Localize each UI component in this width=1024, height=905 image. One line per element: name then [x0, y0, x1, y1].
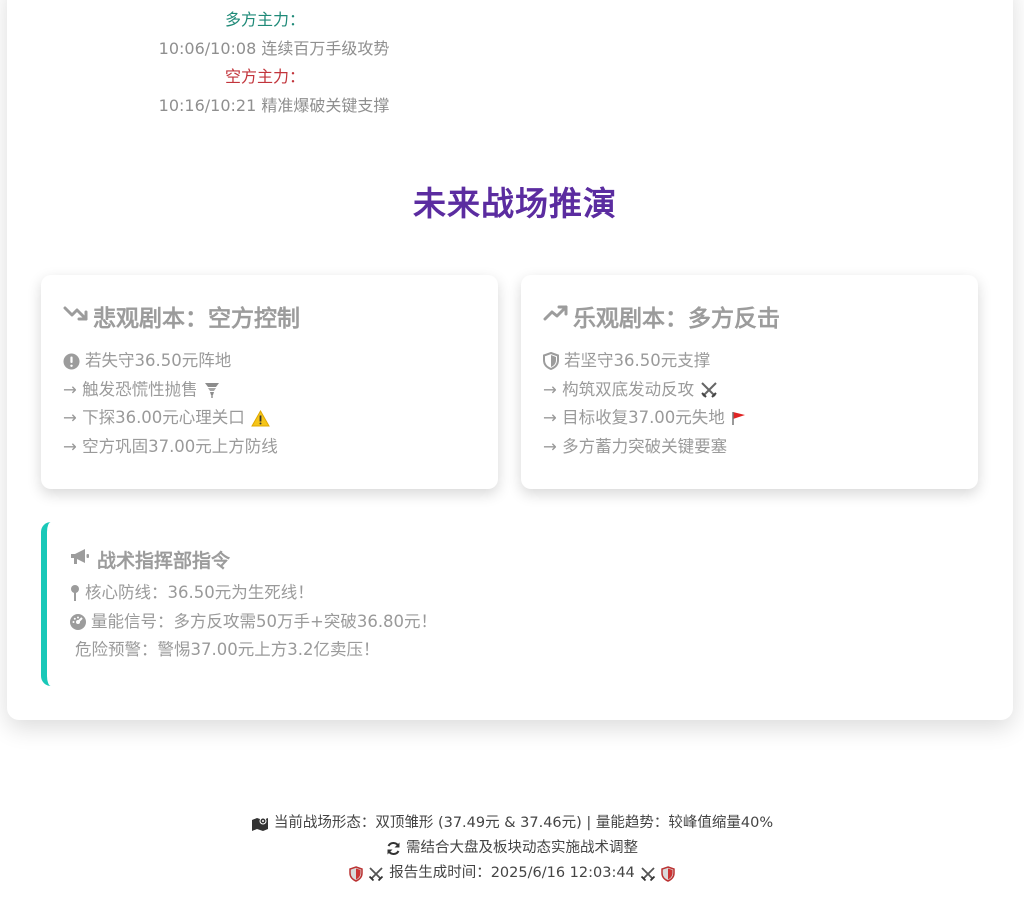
scenario-line-text: 若坚守36.50元支撑: [564, 351, 711, 370]
command-title: 战术指挥部指令: [69, 546, 601, 573]
section-title: 未来战场推演: [413, 184, 617, 223]
scenario-line: 若坚守36.50元支撑: [543, 347, 958, 376]
crossed-swords-icon: [640, 866, 656, 882]
scenario-title-bearish: 悲观剧本：空方控制: [63, 299, 478, 333]
scenario-line: 若失守36.50元阵地: [63, 347, 478, 376]
crossed-swords-icon: [368, 866, 384, 882]
megaphone-icon: [69, 548, 97, 571]
footer-line: 报告生成时间：2025/6/16 12:03:44: [0, 861, 1024, 886]
scenario-line: → 触发恐慌性抛售: [63, 376, 478, 405]
pin-icon: [69, 584, 81, 602]
command-line-text: 量能信号：多方反攻需50万手+突破36.80元！: [91, 611, 438, 631]
scenario-title-text: 悲观剧本：空方控制: [93, 306, 300, 332]
warning-icon: [250, 409, 270, 427]
footer-adjust-note: 需结合大盘及板块动态实施战术调整: [406, 840, 638, 856]
command-line-text: 核心防线：36.50元为生死线！: [85, 583, 314, 602]
timeline-summary: 多方主力： 10:06/10:08 连续百万手级攻势 空方主力： 10:16/1…: [0, 6, 540, 120]
gauge-icon: [69, 613, 87, 631]
trend-down-icon: [63, 303, 93, 329]
scenario-line: → 下探36.00元心理关口: [63, 404, 478, 433]
scenario-card-bullish: 乐观剧本：多方反击 若坚守36.50元支撑 → 构筑双底发动反攻 → 目标收复3…: [521, 275, 978, 489]
scenario-line: → 目标收复37.00元失地: [543, 404, 958, 433]
command-line: 量能信号：多方反攻需50万手+突破36.80元！: [69, 608, 601, 637]
scenario-line: → 多方蓄力突破关键要塞: [543, 433, 958, 462]
crossed-swords-icon: [700, 381, 718, 399]
refresh-icon: [386, 841, 401, 856]
scenario-line-text: → 空方巩固37.00元上方防线: [63, 436, 278, 456]
map-icon: [251, 816, 269, 832]
command-line: 危险预警：警惕37.00元上方3.2亿卖压！: [69, 636, 601, 665]
footer-report-time: 报告生成时间：2025/6/16 12:03:44: [389, 865, 635, 881]
bull-text: 10:06/10:08 连续百万手级攻势: [158, 38, 390, 58]
tornado-icon: [204, 381, 220, 399]
scenario-line: → 构筑双底发动反攻: [543, 376, 958, 405]
footer-line: 当前战场形态：双顶雏形 (37.49元 & 37.46元) | 量能趋势：较峰值…: [0, 811, 1024, 836]
bear-label: 空方主力：: [224, 67, 305, 86]
scenario-line-text: → 多方蓄力突破关键要塞: [543, 436, 728, 456]
bull-label: 多方主力：: [224, 10, 305, 29]
command-line-text: 危险预警：警惕37.00元上方3.2亿卖压！: [75, 640, 380, 659]
exclamation-circle-icon: [63, 353, 80, 370]
scenario-title-text: 乐观剧本：多方反击: [573, 306, 780, 332]
report-footer: 当前战场形态：双顶雏形 (37.49元 & 37.46元) | 量能趋势：较峰值…: [0, 811, 1024, 886]
footer-line: 需结合大盘及板块动态实施战术调整: [0, 836, 1024, 861]
command-line: 核心防线：36.50元为生死线！: [69, 579, 601, 608]
scenario-card-bearish: 悲观剧本：空方控制 若失守36.50元阵地 → 触发恐慌性抛售 → 下探36.0…: [41, 275, 498, 489]
shield-icon: [543, 352, 559, 371]
tactical-command-box: 战术指挥部指令 核心防线：36.50元为生死线！ 量能信号：多方反攻需50万手+…: [41, 522, 601, 686]
bear-text: 10:16/10:21 精准爆破关键支撑: [158, 95, 390, 115]
scenario-line-text: 若失守36.50元阵地: [85, 351, 232, 370]
shield-icon: [349, 865, 363, 882]
red-flag-icon: [731, 410, 747, 426]
command-title-text: 战术指挥部指令: [97, 550, 231, 572]
scenario-line-text: → 下探36.00元心理关口: [63, 408, 245, 427]
shield-icon: [661, 865, 675, 882]
footer-battle-status: 当前战场形态：双顶雏形 (37.49元 & 37.46元) | 量能趋势：较峰值…: [273, 815, 774, 831]
scenario-line-text: → 触发恐慌性抛售: [63, 379, 198, 399]
scenario-line-text: → 构筑双底发动反攻: [543, 379, 695, 399]
scenario-title-bullish: 乐观剧本：多方反击: [543, 299, 958, 333]
scenario-line-text: → 目标收复37.00元失地: [543, 408, 725, 427]
scenario-line: → 空方巩固37.00元上方防线: [63, 433, 478, 462]
trend-up-icon: [543, 303, 573, 329]
